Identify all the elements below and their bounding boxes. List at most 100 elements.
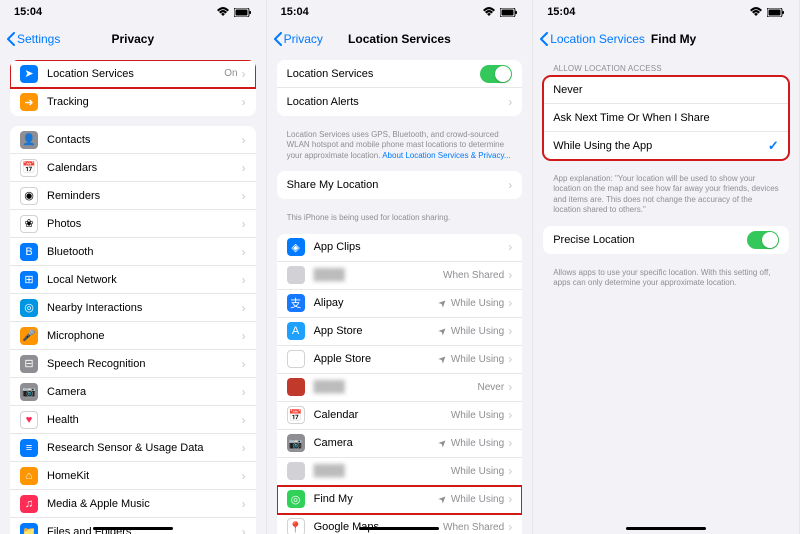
settings-row[interactable]: ◎Nearby Interactions› [10,294,256,322]
row-icon: ⌂ [20,467,38,485]
app-value: While Using [451,438,504,449]
chevron-right-icon: › [242,95,246,109]
toggle-on[interactable] [480,65,512,83]
access-option[interactable]: Ask Next Time Or When I Share [543,104,789,132]
app-label: Calendar [314,409,451,421]
chevron-right-icon: › [508,352,512,366]
nav-bar: Location Services Find My [533,24,799,54]
back-button[interactable]: Location Services [539,32,645,46]
screen-find-my: 15:04 Location Services Find My Allow Lo… [533,0,800,534]
group-access-options: Never Ask Next Time Or When I Share While … [543,76,789,160]
app-row[interactable]: 📅CalendarWhile Using› [277,402,523,430]
app-label: ████ [314,269,443,281]
settings-row[interactable]: ≡Research Sensor & Usage Data› [10,434,256,462]
app-row[interactable]: ████When Shared› [277,262,523,290]
settings-row[interactable]: ❀Photos› [10,210,256,238]
chevron-right-icon: › [242,245,246,259]
row-icon: B [20,243,38,261]
chevron-right-icon: › [242,469,246,483]
group-ls-toggle: Location Services Location Alerts › [277,60,523,116]
app-row[interactable]: ████While Using› [277,458,523,486]
settings-row[interactable]: ⌂ HomeKit› [10,462,256,490]
app-row[interactable]: ◎Find My➤While Using› [277,486,523,514]
chevron-right-icon: › [508,436,512,450]
row-icon: ◉ [20,187,38,205]
status-icons [482,7,518,17]
chevron-right-icon: › [508,296,512,310]
row-location-alerts[interactable]: Location Alerts › [277,88,523,116]
option-label: Ask Next Time Or When I Share [553,112,779,124]
back-label: Privacy [284,32,323,46]
settings-row[interactable]: ♫Media & Apple Music› [10,490,256,518]
row-label: Nearby Interactions [47,302,242,314]
chevron-right-icon: › [242,161,246,175]
settings-row[interactable]: ➤Location ServicesOn› [10,60,256,88]
app-label: Apple Store [314,353,440,365]
access-option[interactable]: While Using the App✓ [543,132,789,160]
row-share-location[interactable]: Share My Location › [277,171,523,199]
settings-row[interactable]: ♥Health› [10,406,256,434]
app-row[interactable]: ◈App Clips› [277,234,523,262]
app-icon: ◎ [287,490,305,508]
row-label: HomeKit [47,470,242,482]
settings-row[interactable]: BBluetooth› [10,238,256,266]
settings-row[interactable]: 📁Files and Folders› [10,518,256,534]
content: Location Services Location Alerts › Loca… [267,54,533,534]
content: ➤Location ServicesOn›➜Tracking› 👤Contact… [0,54,266,534]
row-icon: ♥ [20,411,38,429]
chevron-right-icon: › [242,525,246,534]
chevron-right-icon: › [242,413,246,427]
group-privacy-main: ➤Location ServicesOn›➜Tracking› [10,60,256,116]
settings-row[interactable]: 📷Camera› [10,378,256,406]
app-icon [287,462,305,480]
toggle-on[interactable] [747,231,779,249]
settings-row[interactable]: ⊟Speech Recognition› [10,350,256,378]
home-indicator[interactable] [93,527,173,530]
row-precise-location[interactable]: Precise Location [543,226,789,254]
row-location-services-toggle[interactable]: Location Services [277,60,523,88]
app-row[interactable]: 支Alipay➤While Using› [277,290,523,318]
ls-description: Location Services uses GPS, Bluetooth, a… [277,126,523,171]
status-icons [749,7,785,17]
chevron-right-icon: › [242,385,246,399]
app-value: While Using [451,494,504,505]
row-label: Photos [47,218,242,230]
access-option[interactable]: Never [543,76,789,104]
settings-row[interactable]: ➜Tracking› [10,88,256,116]
home-indicator[interactable] [626,527,706,530]
settings-row[interactable]: 👤Contacts› [10,126,256,154]
settings-row[interactable]: ◉Reminders› [10,182,256,210]
content: Allow Location Access NeverAsk Next Time… [533,54,799,534]
row-label: Contacts [47,134,242,146]
app-icon [287,266,305,284]
chevron-right-icon: › [508,95,512,109]
settings-row[interactable]: 📅Calendars› [10,154,256,182]
app-row[interactable]: Apple Store➤While Using› [277,346,523,374]
app-row[interactable]: 📍Google MapsWhen Shared› [277,514,523,534]
group-share: Share My Location › [277,171,523,199]
app-row[interactable]: 📷Camera➤While Using› [277,430,523,458]
chevron-right-icon: › [242,441,246,455]
app-row[interactable]: AApp Store➤While Using› [277,318,523,346]
row-label: Camera [47,386,242,398]
chevron-right-icon: › [242,273,246,287]
app-label: Find My [314,493,440,505]
back-button[interactable]: Settings [6,32,60,46]
about-link[interactable]: About Location Services & Privacy... [382,151,510,160]
row-label: Location Services [47,68,224,80]
home-indicator[interactable] [359,527,439,530]
status-bar: 15:04 [267,0,533,24]
app-icon [287,378,305,396]
chevron-right-icon: › [242,357,246,371]
app-icon: 📷 [287,434,305,452]
app-value: While Using [451,410,504,421]
row-label: Location Alerts [287,96,509,108]
status-time: 15:04 [14,6,42,18]
back-button[interactable]: Privacy [273,32,323,46]
back-label: Location Services [550,32,645,46]
settings-row[interactable]: 🎤Microphone› [10,322,256,350]
settings-row[interactable]: ⊞Local Network› [10,266,256,294]
app-row[interactable]: ████Never› [277,374,523,402]
precise-desc: Allows apps to use your specific locatio… [543,264,789,299]
app-value: When Shared [443,522,504,533]
